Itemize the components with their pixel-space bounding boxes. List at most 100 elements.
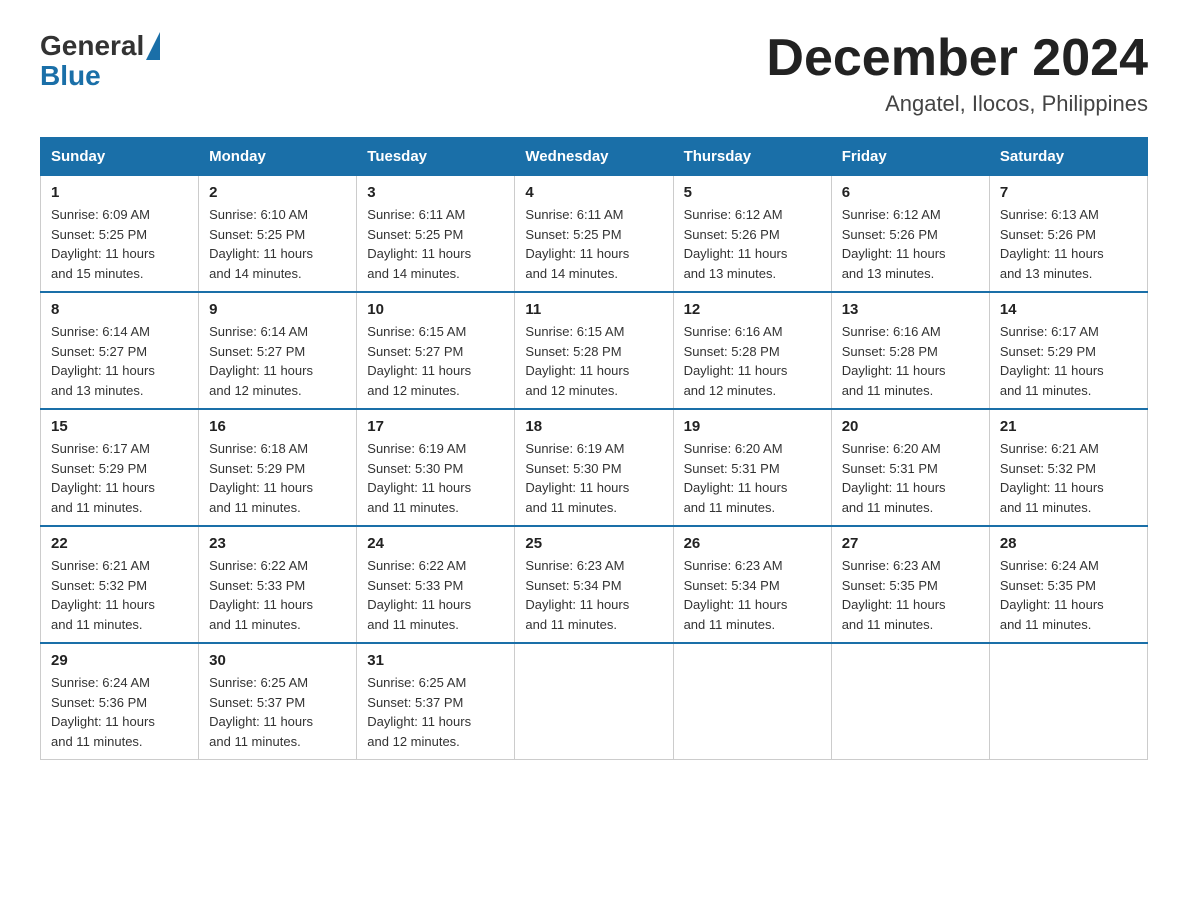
day-number: 26 — [684, 535, 821, 552]
day-number: 14 — [1000, 301, 1137, 318]
day-number: 2 — [209, 184, 346, 201]
day-info: Sunrise: 6:13 AMSunset: 5:26 PMDaylight:… — [1000, 205, 1137, 283]
day-info: Sunrise: 6:14 AMSunset: 5:27 PMDaylight:… — [51, 322, 188, 400]
day-number: 24 — [367, 535, 504, 552]
day-info: Sunrise: 6:22 AMSunset: 5:33 PMDaylight:… — [209, 556, 346, 634]
day-number: 25 — [525, 535, 662, 552]
title-block: December 2024 Angatel, Ilocos, Philippin… — [766, 30, 1148, 117]
day-info: Sunrise: 6:23 AMSunset: 5:34 PMDaylight:… — [684, 556, 821, 634]
day-number: 13 — [842, 301, 979, 318]
day-number: 5 — [684, 184, 821, 201]
day-number: 22 — [51, 535, 188, 552]
day-info: Sunrise: 6:25 AMSunset: 5:37 PMDaylight:… — [209, 673, 346, 751]
day-info: Sunrise: 6:23 AMSunset: 5:35 PMDaylight:… — [842, 556, 979, 634]
day-number: 16 — [209, 418, 346, 435]
calendar-cell: 8 Sunrise: 6:14 AMSunset: 5:27 PMDaylight… — [41, 292, 199, 409]
calendar-table: SundayMondayTuesdayWednesdayThursdayFrid… — [40, 137, 1148, 760]
calendar-cell — [673, 643, 831, 760]
day-info: Sunrise: 6:20 AMSunset: 5:31 PMDaylight:… — [684, 439, 821, 517]
calendar-cell: 22Sunrise: 6:21 AMSunset: 5:32 PMDayligh… — [41, 526, 199, 643]
calendar-cell: 24 Sunrise: 6:22 AMSunset: 5:33 PMDayligh… — [357, 526, 515, 643]
day-info: Sunrise: 6:16 AMSunset: 5:28 PMDaylight:… — [842, 322, 979, 400]
day-info: Sunrise: 6:09 AMSunset: 5:25 PMDaylight:… — [51, 205, 188, 283]
day-number: 29 — [51, 652, 188, 669]
logo-text-blue: Blue — [40, 62, 160, 90]
calendar-cell: 28Sunrise: 6:24 AMSunset: 5:35 PMDayligh… — [989, 526, 1147, 643]
day-info: Sunrise: 6:14 AMSunset: 5:27 PMDaylight:… — [209, 322, 346, 400]
day-number: 21 — [1000, 418, 1137, 435]
day-info: Sunrise: 6:24 AMSunset: 5:36 PMDaylight:… — [51, 673, 188, 751]
page-title: December 2024 — [766, 30, 1148, 87]
calendar-cell: 18 Sunrise: 6:19 AMSunset: 5:30 PMDayligh… — [515, 409, 673, 526]
day-number: 3 — [367, 184, 504, 201]
day-info: Sunrise: 6:24 AMSunset: 5:35 PMDaylight:… — [1000, 556, 1137, 634]
header-monday: Monday — [199, 138, 357, 176]
header-friday: Friday — [831, 138, 989, 176]
calendar-cell: 6Sunrise: 6:12 AMSunset: 5:26 PMDaylight… — [831, 176, 989, 293]
header-sunday: Sunday — [41, 138, 199, 176]
calendar-cell: 9 Sunrise: 6:14 AMSunset: 5:27 PMDaylight… — [199, 292, 357, 409]
day-number: 18 — [525, 418, 662, 435]
calendar-header-row: SundayMondayTuesdayWednesdayThursdayFrid… — [41, 138, 1148, 176]
logo-text-general: General — [40, 30, 144, 62]
header-saturday: Saturday — [989, 138, 1147, 176]
day-info: Sunrise: 6:12 AMSunset: 5:26 PMDaylight:… — [684, 205, 821, 283]
calendar-cell: 3 Sunrise: 6:11 AMSunset: 5:25 PMDaylight… — [357, 176, 515, 293]
calendar-cell: 11 Sunrise: 6:15 AMSunset: 5:28 PMDayligh… — [515, 292, 673, 409]
calendar-cell: 20Sunrise: 6:20 AMSunset: 5:31 PMDayligh… — [831, 409, 989, 526]
calendar-cell — [989, 643, 1147, 760]
calendar-cell: 5 Sunrise: 6:12 AMSunset: 5:26 PMDaylight… — [673, 176, 831, 293]
calendar-cell: 30 Sunrise: 6:25 AMSunset: 5:37 PMDayligh… — [199, 643, 357, 760]
day-number: 7 — [1000, 184, 1137, 201]
day-info: Sunrise: 6:19 AMSunset: 5:30 PMDaylight:… — [367, 439, 504, 517]
calendar-week-row: 8 Sunrise: 6:14 AMSunset: 5:27 PMDaylight… — [41, 292, 1148, 409]
calendar-cell: 15Sunrise: 6:17 AMSunset: 5:29 PMDayligh… — [41, 409, 199, 526]
day-info: Sunrise: 6:16 AMSunset: 5:28 PMDaylight:… — [684, 322, 821, 400]
calendar-cell: 19 Sunrise: 6:20 AMSunset: 5:31 PMDayligh… — [673, 409, 831, 526]
calendar-cell: 1Sunrise: 6:09 AMSunset: 5:25 PMDaylight… — [41, 176, 199, 293]
day-info: Sunrise: 6:18 AMSunset: 5:29 PMDaylight:… — [209, 439, 346, 517]
calendar-cell: 31 Sunrise: 6:25 AMSunset: 5:37 PMDayligh… — [357, 643, 515, 760]
day-number: 8 — [51, 301, 188, 318]
calendar-cell: 4 Sunrise: 6:11 AMSunset: 5:25 PMDaylight… — [515, 176, 673, 293]
day-number: 9 — [209, 301, 346, 318]
calendar-cell: 12 Sunrise: 6:16 AMSunset: 5:28 PMDayligh… — [673, 292, 831, 409]
calendar-cell: 17Sunrise: 6:19 AMSunset: 5:30 PMDayligh… — [357, 409, 515, 526]
page-subtitle: Angatel, Ilocos, Philippines — [766, 91, 1148, 117]
day-info: Sunrise: 6:25 AMSunset: 5:37 PMDaylight:… — [367, 673, 504, 751]
day-number: 10 — [367, 301, 504, 318]
calendar-cell: 23Sunrise: 6:22 AMSunset: 5:33 PMDayligh… — [199, 526, 357, 643]
day-number: 20 — [842, 418, 979, 435]
day-number: 31 — [367, 652, 504, 669]
calendar-cell: 26 Sunrise: 6:23 AMSunset: 5:34 PMDayligh… — [673, 526, 831, 643]
day-info: Sunrise: 6:19 AMSunset: 5:30 PMDaylight:… — [525, 439, 662, 517]
logo-triangle-icon — [146, 32, 160, 60]
calendar-cell: 13 Sunrise: 6:16 AMSunset: 5:28 PMDayligh… — [831, 292, 989, 409]
day-info: Sunrise: 6:17 AMSunset: 5:29 PMDaylight:… — [1000, 322, 1137, 400]
day-info: Sunrise: 6:11 AMSunset: 5:25 PMDaylight:… — [525, 205, 662, 283]
day-number: 12 — [684, 301, 821, 318]
page-header: General Blue December 2024 Angatel, Iloc… — [40, 30, 1148, 117]
day-number: 27 — [842, 535, 979, 552]
calendar-week-row: 22Sunrise: 6:21 AMSunset: 5:32 PMDayligh… — [41, 526, 1148, 643]
logo: General Blue — [40, 30, 160, 90]
calendar-cell: 7 Sunrise: 6:13 AMSunset: 5:26 PMDaylight… — [989, 176, 1147, 293]
day-info: Sunrise: 6:15 AMSunset: 5:27 PMDaylight:… — [367, 322, 504, 400]
calendar-cell: 27 Sunrise: 6:23 AMSunset: 5:35 PMDayligh… — [831, 526, 989, 643]
calendar-cell: 25Sunrise: 6:23 AMSunset: 5:34 PMDayligh… — [515, 526, 673, 643]
day-info: Sunrise: 6:17 AMSunset: 5:29 PMDaylight:… — [51, 439, 188, 517]
day-info: Sunrise: 6:15 AMSunset: 5:28 PMDaylight:… — [525, 322, 662, 400]
header-tuesday: Tuesday — [357, 138, 515, 176]
header-thursday: Thursday — [673, 138, 831, 176]
day-info: Sunrise: 6:21 AMSunset: 5:32 PMDaylight:… — [1000, 439, 1137, 517]
calendar-week-row: 15Sunrise: 6:17 AMSunset: 5:29 PMDayligh… — [41, 409, 1148, 526]
day-info: Sunrise: 6:11 AMSunset: 5:25 PMDaylight:… — [367, 205, 504, 283]
header-wednesday: Wednesday — [515, 138, 673, 176]
day-info: Sunrise: 6:22 AMSunset: 5:33 PMDaylight:… — [367, 556, 504, 634]
day-number: 11 — [525, 301, 662, 318]
day-info: Sunrise: 6:10 AMSunset: 5:25 PMDaylight:… — [209, 205, 346, 283]
calendar-cell — [831, 643, 989, 760]
day-number: 19 — [684, 418, 821, 435]
day-number: 4 — [525, 184, 662, 201]
day-number: 30 — [209, 652, 346, 669]
